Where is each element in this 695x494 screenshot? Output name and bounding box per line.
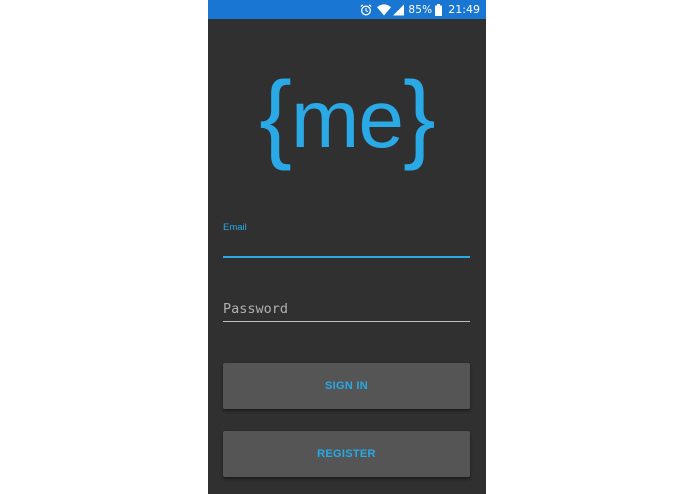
battery-percent: 85% bbox=[408, 3, 433, 16]
sign-in-button[interactable]: SIGN IN bbox=[223, 363, 470, 409]
app-logo: { me } bbox=[208, 61, 486, 171]
status-bar: 85% 21:49 bbox=[208, 0, 486, 19]
wifi-icon bbox=[377, 3, 392, 16]
password-field-container bbox=[223, 296, 470, 324]
password-field[interactable] bbox=[223, 296, 470, 322]
logo-open-brace: { bbox=[259, 61, 292, 171]
logo-close-brace: } bbox=[402, 61, 436, 171]
email-field[interactable] bbox=[223, 234, 470, 258]
status-clock: 21:49 bbox=[448, 3, 480, 16]
register-button[interactable]: REGISTER bbox=[223, 431, 470, 477]
alarm-icon bbox=[360, 3, 372, 16]
email-label: Email bbox=[223, 222, 247, 233]
logo-text: me bbox=[291, 74, 404, 165]
email-field-container: Email bbox=[223, 220, 470, 262]
app-screen: 85% 21:49 { me } Email SIGN IN REGISTER bbox=[208, 0, 486, 494]
signal-icon bbox=[393, 4, 405, 16]
battery-icon bbox=[435, 3, 443, 16]
